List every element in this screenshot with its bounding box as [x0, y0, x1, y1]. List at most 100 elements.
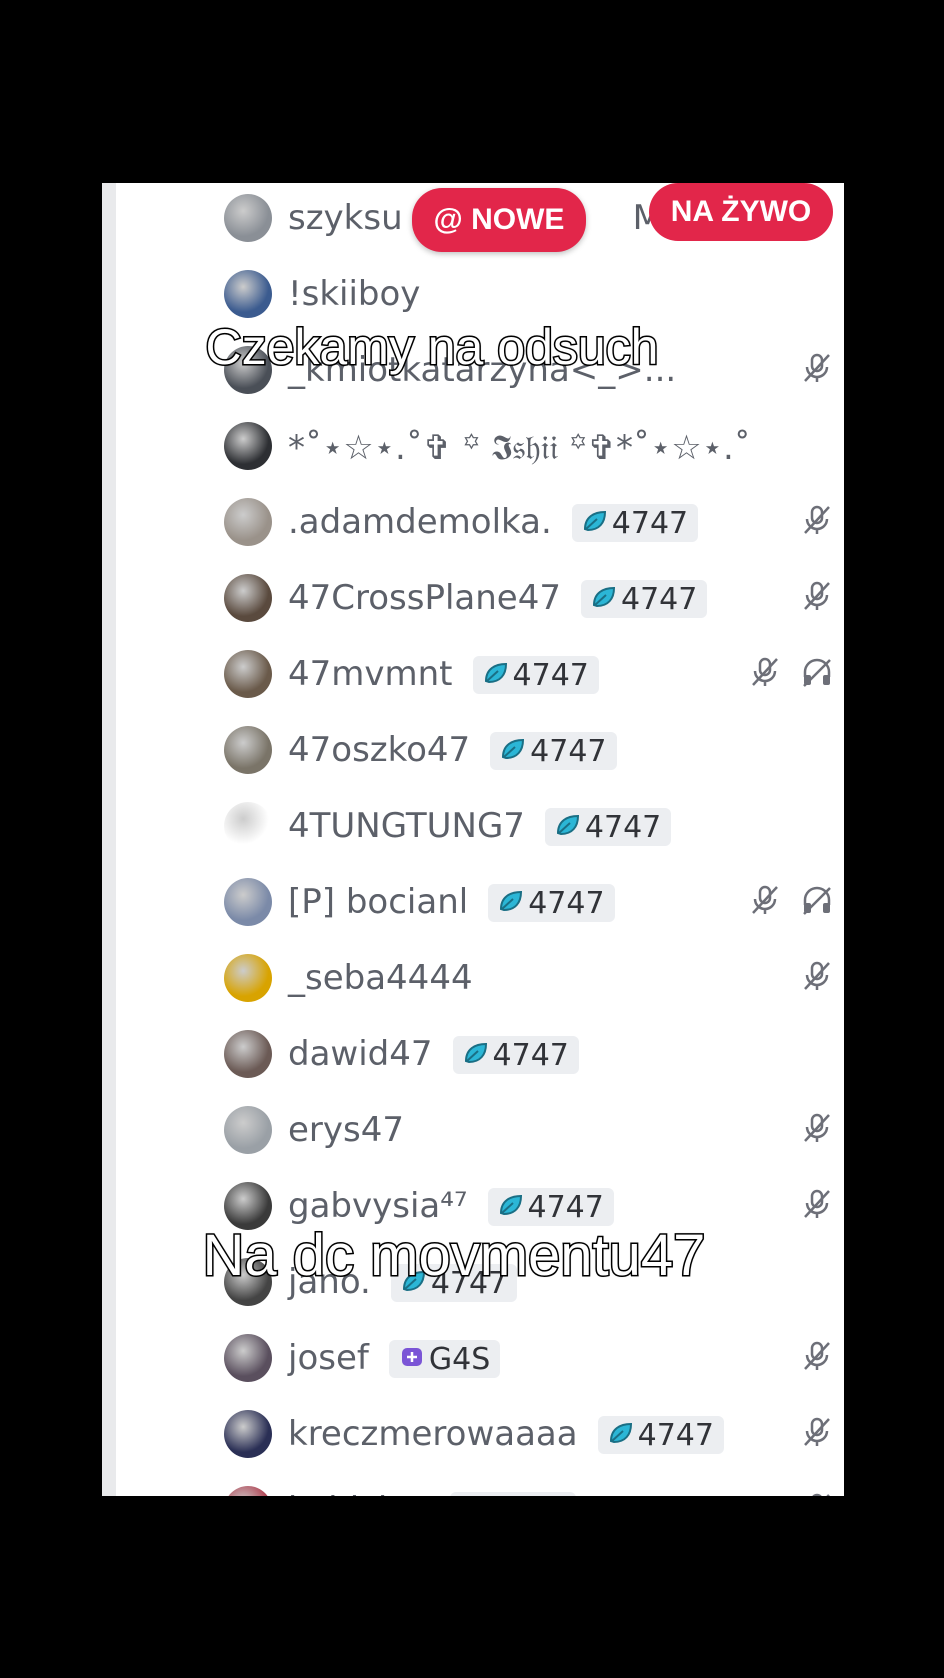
member-row[interactable]: dawid47 4747	[102, 1019, 844, 1089]
server-tag-text: 4747	[584, 809, 662, 845]
member-name: 4TUNGTUNG7 4747	[288, 806, 672, 847]
new-mentions-label: @ NOWE	[433, 203, 565, 236]
member-row[interactable]: kreczmerowaaaa 4747	[102, 1399, 844, 1469]
member-name: kubicjan 4747	[288, 1490, 577, 1496]
member-row[interactable]: kubicjan 4747	[102, 1475, 844, 1496]
server-tag[interactable]: 4747	[544, 808, 672, 847]
voice-status	[800, 1415, 834, 1453]
server-tag-text: 4747	[512, 657, 589, 693]
member-row[interactable]: 47mvmnt 4747	[102, 639, 844, 709]
server-tag[interactable]: 4747	[597, 1416, 724, 1455]
avatar[interactable]	[224, 574, 272, 622]
avatar[interactable]	[224, 650, 272, 698]
member-name: kreczmerowaaaa 4747	[288, 1414, 724, 1455]
member-name-text: kubicjan	[288, 1490, 430, 1496]
member-name-text: [P] bocianl	[288, 881, 469, 922]
leaf-icon	[555, 810, 581, 845]
member-name: _seba4444	[288, 958, 473, 998]
member-name: 47oszko47 4747	[288, 730, 617, 771]
server-tag[interactable]: G4S	[388, 1340, 501, 1379]
server-tag-text: 4747	[530, 733, 607, 769]
member-name-text: 47CrossPlane47	[288, 577, 561, 618]
voice-status	[748, 883, 834, 921]
leaf-icon	[498, 886, 524, 921]
mic-muted-icon	[800, 503, 834, 541]
member-name-text: kreczmerowaaaa	[288, 1413, 578, 1454]
voice-status	[800, 1187, 834, 1225]
member-name: gabvysia⁴⁷ 4747	[288, 1186, 614, 1227]
member-row[interactable]: 47CrossPlane47 4747	[102, 563, 844, 633]
voice-status	[800, 1339, 834, 1377]
server-tag[interactable]: 4747	[571, 504, 699, 543]
avatar[interactable]	[224, 1030, 272, 1078]
member-name: .adamdemolka. 4747	[288, 501, 699, 543]
server-tag[interactable]: 4747	[472, 656, 599, 695]
voice-status	[800, 1491, 834, 1496]
avatar[interactable]	[224, 878, 272, 926]
avatar[interactable]	[224, 1334, 272, 1382]
caption-top: Czekamy na odsuch	[204, 318, 660, 377]
leaf-icon	[608, 1418, 634, 1453]
server-tag[interactable]: 4747	[580, 580, 708, 619]
mic-muted-icon	[800, 1111, 834, 1149]
server-tag-text: 4747	[611, 505, 689, 541]
mic-muted-icon	[800, 1491, 834, 1496]
new-mentions-button[interactable]: @ NOWE	[412, 188, 586, 252]
avatar[interactable]	[224, 954, 272, 1002]
member-row[interactable]: _seba4444	[102, 943, 844, 1013]
leaf-icon	[460, 1494, 486, 1496]
mic-muted-icon	[800, 1415, 834, 1453]
member-row[interactable]: .adamdemolka. 4747	[102, 487, 844, 557]
member-row[interactable]: 4TUNGTUNG7 4747	[102, 791, 844, 861]
server-tag-text: 4747	[492, 1037, 569, 1073]
member-name-text: gabvysia⁴⁷	[288, 1185, 468, 1226]
live-badge[interactable]: NA ŻYWO	[649, 183, 833, 241]
member-name: erys47	[288, 1110, 404, 1150]
member-name-text: 47oszko47	[288, 729, 471, 770]
member-name-text: szyksu	[288, 198, 403, 238]
member-row[interactable]: 47oszko47 4747	[102, 715, 844, 785]
avatar[interactable]	[224, 1410, 272, 1458]
avatar[interactable]	[224, 194, 272, 242]
avatar[interactable]	[224, 270, 272, 318]
caption-bottom: Na dc movmentu47	[201, 1222, 707, 1290]
avatar[interactable]	[224, 422, 272, 470]
voice-status	[748, 655, 834, 693]
member-name-text: *˚⋆☆⋆.˚✞ ꙳ 𝕴𝔰𝔥𝔦𝔦 ꙳✞*˚⋆☆⋆.˚	[288, 428, 751, 468]
avatar[interactable]	[224, 726, 272, 774]
headphones-deafened-icon	[800, 883, 834, 921]
server-tag[interactable]: 4747	[452, 1036, 579, 1075]
server-tag[interactable]: 4747	[487, 1188, 614, 1227]
avatar[interactable]	[224, 802, 272, 850]
server-tag[interactable]: 4747	[490, 732, 617, 771]
avatar[interactable]	[224, 1486, 272, 1496]
server-tag[interactable]: 4747	[449, 1492, 577, 1496]
leaf-icon	[582, 506, 608, 541]
leaf-icon	[483, 658, 509, 693]
avatar[interactable]	[224, 1106, 272, 1154]
member-row[interactable]: [P] bocianl 4747	[102, 867, 844, 937]
avatar[interactable]	[224, 498, 272, 546]
server-tag-text: G4S	[428, 1341, 491, 1377]
member-name: josef G4S	[288, 1338, 501, 1379]
leaf-icon	[463, 1038, 489, 1073]
mic-muted-icon	[800, 579, 834, 617]
server-tag[interactable]: 4747	[488, 884, 615, 923]
mic-muted-icon	[800, 1187, 834, 1225]
mic-muted-icon	[748, 883, 782, 921]
mic-muted-icon	[748, 655, 782, 693]
member-name: [P] bocianl 4747	[288, 882, 615, 923]
member-name-text: !skiiboy	[288, 274, 421, 314]
member-list-screen: szyksuM...!skiiboy_kmiotkatarzyna<_>...*…	[102, 183, 844, 1496]
member-row[interactable]: erys47	[102, 1095, 844, 1165]
server-tag-text: 4747	[490, 1494, 566, 1496]
voice-status	[800, 503, 834, 541]
member-name-text: dawid47	[288, 1033, 433, 1074]
member-name: 47mvmnt 4747	[288, 654, 599, 695]
leaf-icon	[500, 734, 526, 769]
member-row[interactable]: josef G4S	[102, 1323, 844, 1393]
member-name-text: .adamdemolka.	[288, 501, 552, 542]
member-row[interactable]: *˚⋆☆⋆.˚✞ ꙳ 𝕴𝔰𝔥𝔦𝔦 ꙳✞*˚⋆☆⋆.˚	[102, 411, 844, 481]
leaf-icon	[498, 1190, 524, 1225]
mic-muted-icon	[800, 1339, 834, 1377]
